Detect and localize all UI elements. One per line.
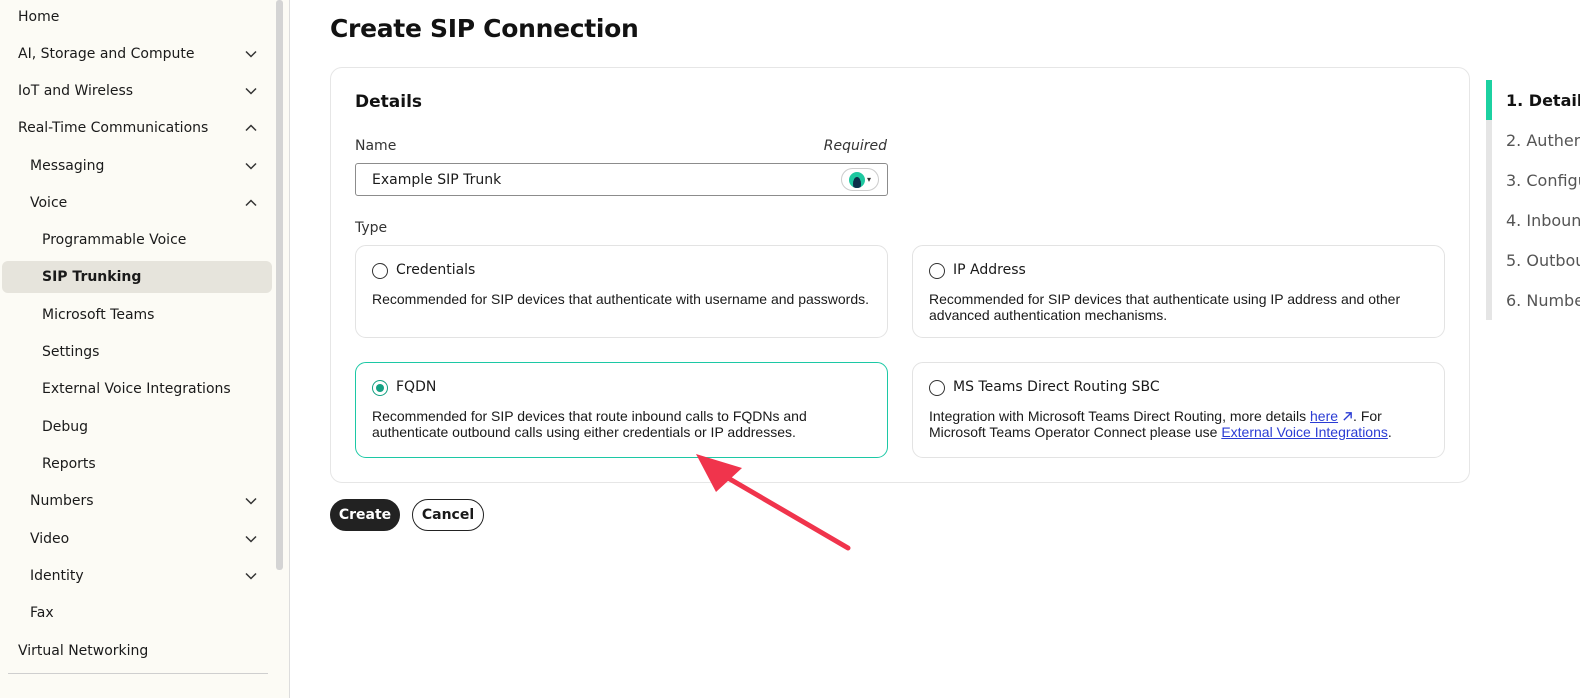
sidebar-item-label: Real-Time Communications bbox=[18, 120, 209, 136]
page-title: Create SIP Connection bbox=[330, 14, 639, 43]
radio-ms-teams-sbc[interactable] bbox=[929, 380, 945, 396]
step-5[interactable]: 5. Outbound bbox=[1506, 240, 1580, 280]
sidebar-item-label: Video bbox=[30, 531, 70, 547]
step-4[interactable]: 4. Inbound bbox=[1506, 200, 1580, 240]
sidebar-item-label: Messaging bbox=[30, 158, 105, 174]
desc-suffix: . bbox=[1387, 424, 1392, 440]
chevron-down-icon[interactable] bbox=[244, 84, 258, 98]
sidebar-item-sip-trunking[interactable]: SIP Trunking bbox=[2, 261, 272, 293]
cancel-button[interactable]: Cancel bbox=[412, 499, 484, 531]
sidebar-item-label: IoT and Wireless bbox=[18, 83, 134, 99]
external-voice-integrations-link[interactable]: External Voice Integrations bbox=[1221, 424, 1388, 440]
option-description: Integration with Microsoft Teams Direct … bbox=[929, 408, 1434, 440]
option-description: Recommended for SIP devices that route i… bbox=[372, 408, 807, 440]
create-button[interactable]: Create bbox=[330, 499, 400, 531]
sidebar-item-label: Virtual Networking bbox=[18, 643, 149, 659]
chevron-up-icon[interactable] bbox=[244, 121, 258, 135]
name-field-label: Name bbox=[355, 138, 397, 154]
option-description: Recommended for SIP devices that authent… bbox=[372, 291, 870, 307]
details-section-title: Details bbox=[355, 92, 423, 112]
sidebar-item-label: Programmable Voice bbox=[42, 232, 187, 248]
here-link[interactable]: here bbox=[1310, 408, 1338, 424]
chevron-down-icon: ▾ bbox=[866, 175, 871, 184]
sidebar-item-label: Debug bbox=[42, 419, 89, 435]
sidebar-item-label: Voice bbox=[30, 195, 68, 211]
sidebar-item-home[interactable]: Home bbox=[0, 1, 276, 33]
option-title: FQDN bbox=[396, 379, 437, 395]
details-card: Details Name Required ▾ Type Credentials… bbox=[330, 67, 1470, 483]
step-3[interactable]: 3. Configuration bbox=[1506, 160, 1580, 200]
sidebar-item-virtual-networking[interactable]: Virtual Networking bbox=[0, 635, 276, 667]
sidebar-item-iot-and-wireless[interactable]: IoT and Wireless bbox=[0, 75, 276, 107]
name-field[interactable]: ▾ bbox=[355, 163, 888, 196]
sidebar-scrollbar[interactable] bbox=[276, 0, 283, 570]
name-input[interactable] bbox=[356, 164, 826, 195]
chevron-up-icon[interactable] bbox=[244, 196, 258, 210]
sidebar-item-microsoft-teams[interactable]: Microsoft Teams bbox=[0, 299, 276, 331]
sidebar-item-programmable-voice[interactable]: Programmable Voice bbox=[0, 224, 276, 256]
sidebar: Home AI, Storage and Compute IoT and Wirel… bbox=[0, 0, 290, 698]
sidebar-item-label: Reports bbox=[42, 456, 96, 472]
external-link-icon bbox=[1343, 412, 1352, 421]
sidebar-item-label: Settings bbox=[42, 344, 100, 360]
radio-credentials[interactable] bbox=[372, 263, 388, 279]
chevron-down-icon[interactable] bbox=[244, 532, 258, 546]
sidebar-item-reports[interactable]: Reports bbox=[0, 448, 276, 480]
type-field-label: Type bbox=[355, 220, 388, 236]
step-progress-indicator bbox=[1486, 80, 1492, 120]
password-manager-icon bbox=[848, 171, 865, 188]
sidebar-item-debug[interactable]: Debug bbox=[0, 411, 276, 443]
type-option-fqdn[interactable]: FQDN Recommended for SIP devices that ro… bbox=[355, 362, 888, 458]
option-title: MS Teams Direct Routing SBC bbox=[953, 379, 1160, 395]
sidebar-item-external-voice-integrations[interactable]: External Voice Integrations bbox=[0, 373, 276, 405]
required-indicator: Required bbox=[823, 138, 887, 154]
password-manager-widget[interactable]: ▾ bbox=[841, 168, 879, 191]
sidebar-item-voice[interactable]: Voice bbox=[0, 187, 276, 219]
sidebar-item-label: Numbers bbox=[30, 493, 94, 509]
step-6[interactable]: 6. Numbers bbox=[1506, 280, 1580, 320]
desc-prefix: Integration with Microsoft Teams Direct … bbox=[929, 408, 1311, 424]
chevron-down-icon[interactable] bbox=[244, 569, 258, 583]
sidebar-item-messaging[interactable]: Messaging bbox=[0, 150, 276, 182]
sidebar-item-real-time-communications[interactable]: Real-Time Communications bbox=[0, 112, 276, 144]
sidebar-item-ai-storage-and-compute[interactable]: AI, Storage and Compute bbox=[0, 38, 276, 70]
sidebar-item-label: AI, Storage and Compute bbox=[18, 46, 195, 62]
sidebar-divider bbox=[8, 673, 268, 674]
option-title: Credentials bbox=[396, 262, 476, 278]
step-1[interactable]: 1. Details bbox=[1506, 80, 1580, 120]
radio-fqdn[interactable] bbox=[372, 380, 388, 396]
type-option-ms-teams-sbc[interactable]: MS Teams Direct Routing SBC Integration … bbox=[912, 362, 1445, 458]
sidebar-item-identity[interactable]: Identity bbox=[0, 560, 276, 592]
sidebar-item-label: SIP Trunking bbox=[42, 269, 142, 285]
radio-ip-address[interactable] bbox=[929, 263, 945, 279]
chevron-down-icon[interactable] bbox=[244, 159, 258, 173]
option-title: IP Address bbox=[953, 262, 1026, 278]
chevron-down-icon[interactable] bbox=[244, 494, 258, 508]
sidebar-item-label: Microsoft Teams bbox=[42, 307, 155, 323]
sidebar-item-label: Identity bbox=[30, 568, 84, 584]
sidebar-item-label: External Voice Integrations bbox=[42, 381, 231, 397]
sidebar-item-settings[interactable]: Settings bbox=[0, 336, 276, 368]
sidebar-item-numbers[interactable]: Numbers bbox=[0, 485, 276, 517]
sidebar-item-video[interactable]: Video bbox=[0, 523, 276, 555]
sidebar-item-label: Fax bbox=[30, 605, 54, 621]
chevron-down-icon[interactable] bbox=[244, 47, 258, 61]
sidebar-item-label: Home bbox=[18, 9, 60, 25]
sidebar-item-fax[interactable]: Fax bbox=[0, 597, 276, 629]
step-navigator: 1. Details2. Authentication3. Configurat… bbox=[1486, 80, 1580, 320]
option-description: Recommended for SIP devices that authent… bbox=[929, 291, 1401, 323]
step-2[interactable]: 2. Authentication bbox=[1506, 120, 1580, 160]
type-option-credentials[interactable]: Credentials Recommended for SIP devices … bbox=[355, 245, 888, 338]
type-option-ip-address[interactable]: IP Address Recommended for SIP devices t… bbox=[912, 245, 1445, 338]
